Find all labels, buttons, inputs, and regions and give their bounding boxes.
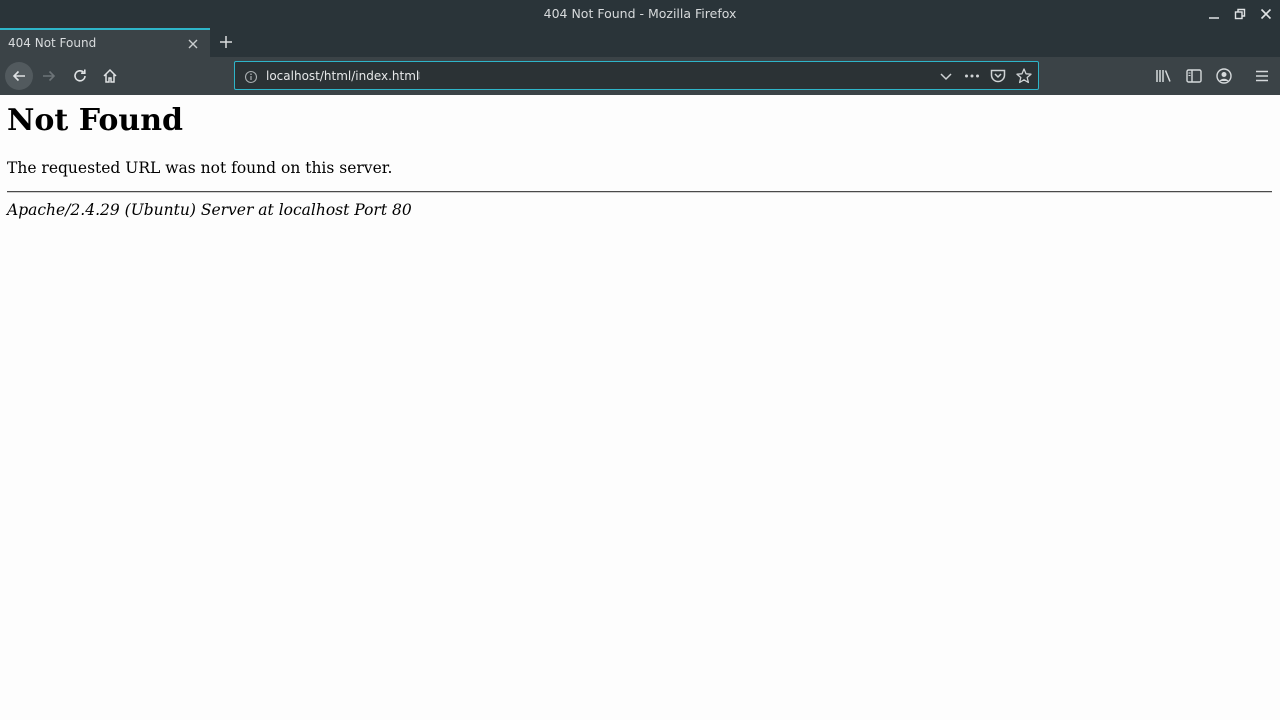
- window-title: 404 Not Found - Mozilla Firefox: [543, 6, 737, 21]
- url-input[interactable]: localhost/html/index.html: [266, 69, 419, 83]
- sidebar-button[interactable]: [1184, 66, 1204, 86]
- plus-icon: [220, 36, 232, 48]
- back-button[interactable]: [5, 62, 33, 90]
- hamburger-menu-icon: [1256, 70, 1268, 82]
- forward-arrow-icon: [43, 70, 56, 82]
- reload-icon: [74, 69, 86, 82]
- dropdown-chevron-icon: [940, 73, 952, 81]
- info-icon: [244, 70, 258, 84]
- window-titlebar: 404 Not Found - Mozilla Firefox: [0, 0, 1280, 28]
- url-bar[interactable]: localhost/html/index.html: [234, 61, 1039, 90]
- home-icon: [103, 68, 117, 83]
- main-menu-button[interactable]: [1252, 66, 1272, 86]
- divider: [7, 191, 1272, 193]
- navigation-toolbar: localhost/html/index.html: [0, 57, 1280, 95]
- pocket-button[interactable]: [989, 67, 1007, 85]
- minimize-button[interactable]: [1204, 4, 1224, 24]
- page-heading: Not Found: [7, 103, 184, 138]
- page-content: Not Found The requested URL was not foun…: [0, 95, 1280, 720]
- sidebar-icon: [1186, 69, 1202, 83]
- server-signature: Apache/2.4.29 (Ubuntu) Server at localho…: [7, 201, 412, 219]
- text-cursor-icon: [418, 72, 420, 79]
- close-icon: [188, 39, 198, 49]
- error-message: The requested URL was not found on this …: [7, 159, 393, 177]
- close-window-button[interactable]: [1256, 4, 1276, 24]
- home-button[interactable]: [96, 62, 124, 90]
- forward-button[interactable]: [35, 62, 63, 90]
- url-dropdown-button[interactable]: [937, 67, 955, 85]
- tab-404-not-found[interactable]: 404 Not Found: [0, 28, 210, 57]
- bookmark-button[interactable]: [1015, 67, 1033, 85]
- more-actions-icon: [965, 74, 979, 78]
- page-actions-button[interactable]: [963, 67, 981, 85]
- restore-button[interactable]: [1230, 4, 1250, 24]
- close-icon: [1260, 8, 1272, 20]
- account-button[interactable]: [1214, 66, 1234, 86]
- tab-strip: 404 Not Found: [0, 28, 1280, 57]
- account-icon: [1216, 68, 1232, 84]
- new-tab-button[interactable]: [216, 32, 236, 52]
- tab-title: 404 Not Found: [8, 36, 97, 50]
- bookmark-star-icon: [1016, 68, 1032, 84]
- library-icon: [1156, 70, 1171, 82]
- library-button[interactable]: [1154, 66, 1174, 86]
- site-info-button[interactable]: [244, 69, 258, 84]
- pocket-icon: [990, 69, 1006, 83]
- restore-icon: [1234, 8, 1246, 20]
- tab-close-button[interactable]: [186, 36, 200, 50]
- reload-button[interactable]: [66, 62, 94, 90]
- back-arrow-icon: [12, 70, 25, 82]
- minimize-icon: [1209, 17, 1219, 19]
